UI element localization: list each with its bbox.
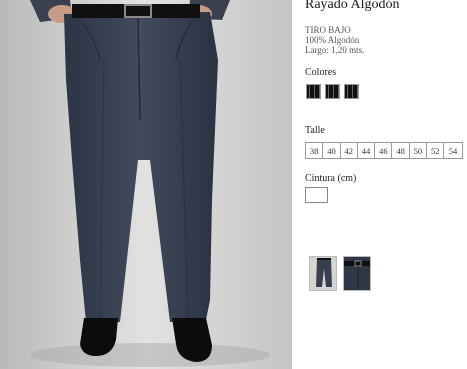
product-title: Rayado Algodón (305, 0, 400, 12)
spec-material: 100% Algodón (305, 35, 360, 45)
waist-input[interactable] (305, 187, 328, 203)
thumbnail-front[interactable] (309, 256, 337, 291)
size-option[interactable]: 52 (427, 143, 445, 158)
size-option[interactable]: 42 (341, 143, 358, 158)
waist-label: Cintura (cm) (305, 173, 357, 184)
size-option[interactable]: 38 (306, 143, 324, 158)
size-option[interactable]: 40 (323, 143, 341, 158)
product-photo (0, 0, 292, 369)
size-option[interactable]: 54 (444, 143, 461, 158)
size-selector: 38 40 42 44 46 48 50 52 54 (305, 142, 463, 159)
size-label: Talle (305, 125, 325, 136)
size-option[interactable]: 48 (392, 143, 410, 158)
spec-rise: TIRO BAJO (305, 25, 351, 35)
size-option[interactable]: 46 (375, 143, 393, 158)
size-option[interactable]: 50 (410, 143, 428, 158)
color-swatch[interactable] (306, 84, 321, 99)
color-swatch[interactable] (344, 84, 359, 99)
colors-label: Colores (305, 67, 337, 78)
spec-length: Largo: 1,20 mts. (305, 45, 365, 55)
color-swatch[interactable] (325, 84, 340, 99)
thumbnail-detail[interactable] (343, 256, 371, 291)
size-option[interactable]: 44 (358, 143, 376, 158)
